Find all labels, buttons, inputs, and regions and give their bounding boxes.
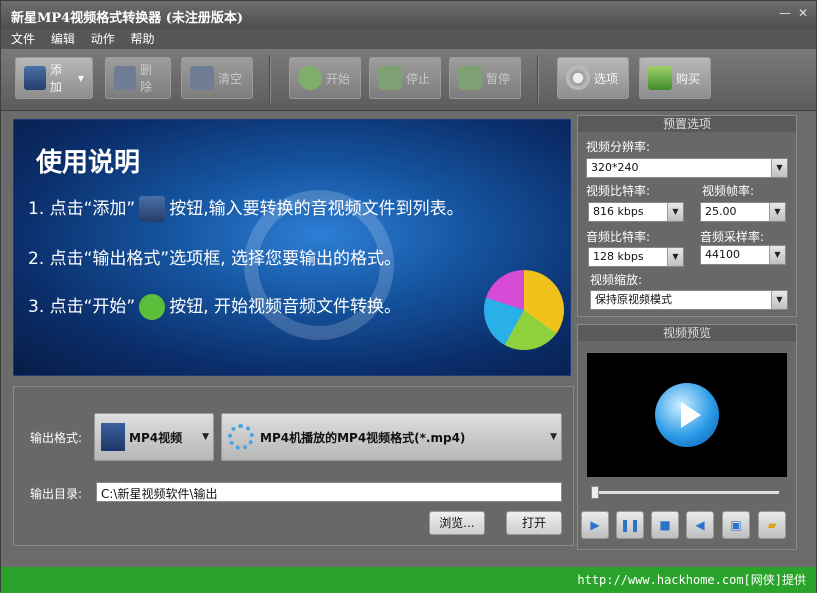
instruction-line-2: 2. 点击“输出格式”选项框, 选择您要输出的格式。 — [28, 249, 402, 269]
scale-select[interactable]: 保持原视频模式 ▼ — [590, 290, 788, 310]
output-panel: 输出格式: MP4视频 ▼ MP4机播放的MP4视频格式(*.mp4) ▼ 输出… — [13, 386, 574, 546]
toolbar-separator — [537, 55, 539, 103]
chevron-down-icon: ▼ — [667, 248, 683, 266]
shopping-cart-icon — [648, 66, 672, 90]
output-dir-input[interactable]: C:\新星视频软件\输出 — [96, 482, 562, 502]
resolution-select[interactable]: 320*240 ▼ — [586, 158, 788, 178]
stop-icon: ■ — [659, 518, 671, 532]
instruction-line-1: 1. 点击“添加” 按钮,输入要转换的音视频文件到列表。 — [28, 194, 464, 222]
pause-icon — [458, 66, 482, 90]
toolbar-separator — [269, 55, 271, 103]
instruction-banner: 使用说明 1. 点击“添加” 按钮,输入要转换的音视频文件到列表。 2. 点击“输… — [13, 119, 571, 376]
film-clear-icon — [190, 66, 214, 90]
preset-options-panel: 预置选项 视频分辨率: 320*240 ▼ 视频比特率: 视频帧率: 816 kb… — [577, 115, 797, 317]
preview-pause-button[interactable]: ❚❚ — [616, 511, 644, 539]
play-icon[interactable] — [655, 383, 719, 447]
status-text: http://www.hackhome.com[网侠]提供 — [577, 573, 806, 587]
chevron-down-icon: ▼ — [667, 203, 683, 221]
output-dir-label: 输出目录: — [30, 487, 83, 501]
pause-icon: ❚❚ — [619, 518, 641, 532]
preview-play-button[interactable]: ▶ — [581, 511, 609, 539]
preset-title: 预置选项 — [578, 116, 796, 132]
options-button[interactable]: 选项 — [557, 57, 629, 99]
audio-bitrate-select[interactable]: 128 kbps ▼ — [588, 247, 684, 267]
gear-icon — [566, 66, 590, 90]
seek-handle[interactable] — [591, 486, 599, 499]
preview-seek-slider[interactable] — [591, 486, 779, 499]
banner-heading: 使用说明 — [36, 148, 141, 178]
preview-stop-button[interactable]: ■ — [651, 511, 679, 539]
add-button[interactable]: 添加 ▼ — [15, 57, 93, 99]
film-add-icon — [24, 66, 46, 90]
chevron-down-icon: ▼ — [550, 432, 557, 442]
status-bar: http://www.hackhome.com[网侠]提供 — [1, 567, 816, 593]
refresh-icon — [298, 66, 322, 90]
chevron-down-icon: ▼ — [769, 203, 785, 221]
framerate-label: 视频帧率: — [702, 184, 755, 198]
output-format-label: 输出格式: — [30, 431, 83, 445]
menu-action[interactable]: 动作 — [91, 29, 115, 49]
window-title: 新星MP4视频格式转换器 (未注册版本) — [11, 11, 244, 26]
chevron-down-icon: ▼ — [771, 291, 787, 309]
preview-snapshot-button[interactable]: ▣ — [722, 511, 750, 539]
preview-volume-button[interactable]: ◀ — [686, 511, 714, 539]
minimize-button[interactable]: — — [777, 5, 793, 21]
film-icon — [101, 423, 125, 451]
samplerate-label: 音频采样率: — [700, 230, 765, 244]
delete-button[interactable]: 删除 — [105, 57, 171, 99]
title-bar: 新星MP4视频格式转换器 (未注册版本) — ✕ — [1, 1, 816, 29]
start-button[interactable]: 开始 — [289, 57, 361, 99]
chevron-down-icon: ▼ — [202, 432, 209, 442]
loading-icon — [228, 424, 254, 450]
pie-chart-icon — [484, 270, 564, 350]
main-window: 新星MP4视频格式转换器 (未注册版本) — ✕ 文件 编辑 动作 帮助 添加 ▼… — [0, 0, 817, 593]
menu-bar: 文件 编辑 动作 帮助 — [1, 29, 816, 49]
menu-file[interactable]: 文件 — [11, 29, 35, 49]
stop-button[interactable]: 停止 — [369, 57, 441, 99]
chevron-down-icon: ▼ — [769, 246, 785, 264]
video-preview-panel: 视频预览 ▶ ❚❚ ■ ◀ ▣ ▰ — [577, 324, 797, 550]
audio-bitrate-label: 音频比特率: — [586, 230, 651, 244]
format-detail-select[interactable]: MP4机播放的MP4视频格式(*.mp4) ▼ — [221, 413, 562, 461]
camera-icon: ▣ — [730, 518, 742, 532]
video-bitrate-label: 视频比特率: — [586, 184, 651, 198]
buy-button[interactable]: 购买 — [639, 57, 711, 99]
menu-edit[interactable]: 编辑 — [51, 29, 75, 49]
browse-button[interactable]: 浏览... — [429, 511, 485, 535]
resolution-label: 视频分辨率: — [586, 140, 651, 154]
pause-button[interactable]: 暂停 — [449, 57, 521, 99]
chevron-down-icon: ▼ — [771, 159, 787, 177]
clear-button[interactable]: 清空 — [181, 57, 253, 99]
scale-label: 视频缩放: — [590, 273, 643, 287]
film-remove-icon — [114, 66, 136, 90]
folder-icon: ▰ — [767, 518, 777, 532]
samplerate-select[interactable]: 44100 ▼ — [700, 245, 786, 265]
close-button[interactable]: ✕ — [795, 5, 811, 21]
open-button[interactable]: 打开 — [506, 511, 562, 535]
chevron-down-icon: ▼ — [77, 73, 84, 83]
toolbar: 添加 ▼ 删除 清空 开始 停止 暂停 选项 购买 — [1, 49, 816, 111]
play-triangle — [681, 402, 701, 428]
refresh-icon — [139, 294, 166, 320]
format-type-select[interactable]: MP4视频 ▼ — [94, 413, 214, 461]
preview-title: 视频预览 — [578, 325, 796, 341]
film-add-icon — [139, 196, 166, 222]
stop-icon — [378, 66, 402, 90]
video-bitrate-select[interactable]: 816 kbps ▼ — [588, 202, 684, 222]
speaker-icon: ◀ — [695, 518, 705, 532]
preview-folder-button[interactable]: ▰ — [758, 511, 786, 539]
play-icon: ▶ — [590, 518, 600, 532]
instruction-line-3: 3. 点击“开始” 按钮, 开始视频音频文件转换。 — [28, 292, 401, 320]
menu-help[interactable]: 帮助 — [131, 29, 155, 49]
preview-screen — [587, 353, 787, 477]
framerate-select[interactable]: 25.00 ▼ — [700, 202, 786, 222]
